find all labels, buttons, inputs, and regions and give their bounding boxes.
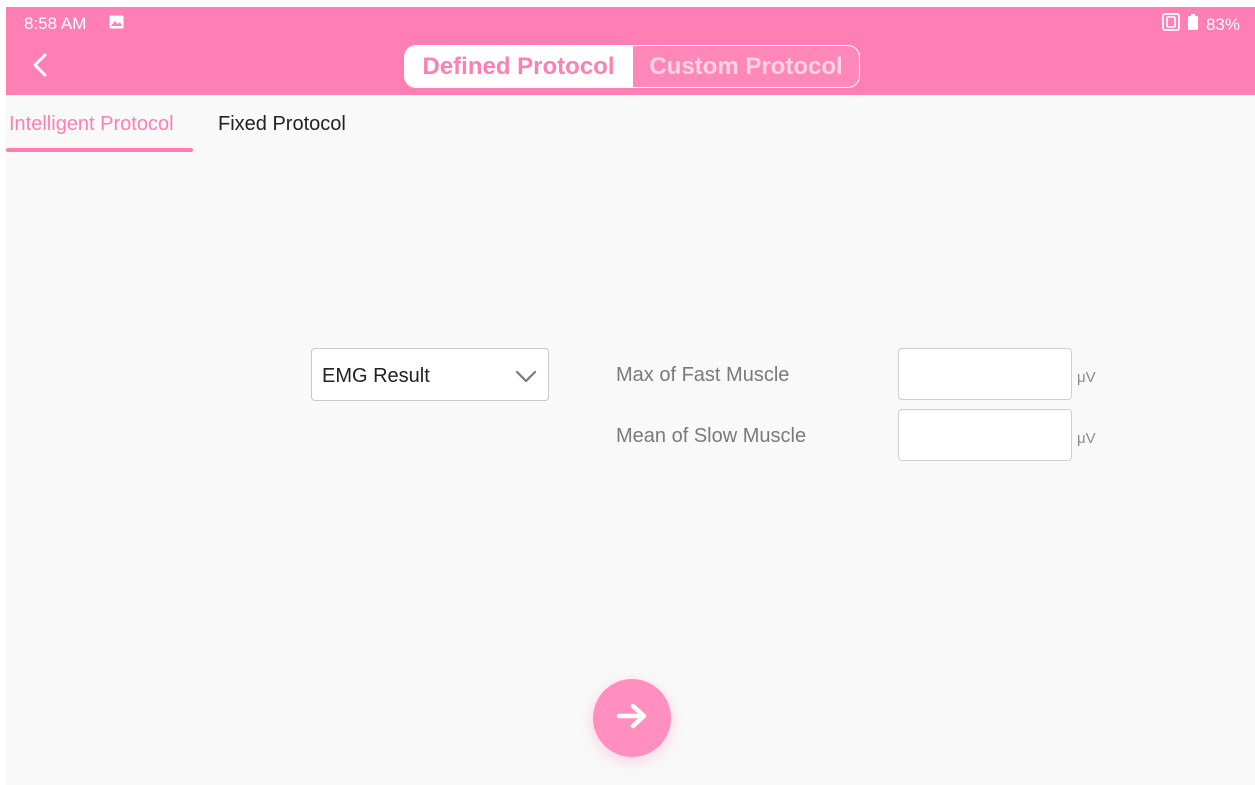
protocol-segmented-control: Defined Protocol Custom Protocol bbox=[404, 45, 860, 88]
battery-icon bbox=[1187, 14, 1198, 35]
max-fast-muscle-input[interactable] bbox=[898, 348, 1072, 400]
segment-defined-protocol[interactable]: Defined Protocol bbox=[405, 46, 632, 87]
dropdown-selected-value: EMG Result bbox=[322, 365, 430, 387]
app-screen: 8:58 AM 83% Defined Protocol Custom Prot… bbox=[6, 7, 1255, 785]
arrow-right-icon bbox=[615, 702, 649, 735]
chevron-down-icon bbox=[514, 364, 538, 388]
tab-intelligent-protocol[interactable]: Intelligent Protocol bbox=[9, 112, 174, 136]
image-icon bbox=[109, 15, 124, 29]
max-fast-muscle-unit: μV bbox=[1077, 369, 1096, 386]
segment-custom-protocol[interactable]: Custom Protocol bbox=[632, 46, 859, 87]
mean-slow-muscle-input[interactable] bbox=[898, 409, 1072, 461]
back-button[interactable] bbox=[26, 51, 54, 83]
tab-fixed-protocol[interactable]: Fixed Protocol bbox=[218, 112, 346, 136]
next-button[interactable] bbox=[593, 679, 671, 757]
mean-slow-muscle-label: Mean of Slow Muscle bbox=[616, 425, 807, 447]
nfc-icon bbox=[1162, 13, 1180, 36]
battery-percent: 83% bbox=[1205, 14, 1240, 34]
result-type-dropdown[interactable]: EMG Result bbox=[311, 348, 549, 401]
mean-slow-muscle-unit: μV bbox=[1077, 430, 1096, 447]
app-bar: 8:58 AM 83% Defined Protocol Custom Prot… bbox=[6, 7, 1255, 95]
max-fast-muscle-label: Max of Fast Muscle bbox=[616, 364, 790, 386]
status-time: 8:58 AM bbox=[24, 14, 87, 33]
back-arrow-icon bbox=[32, 52, 48, 83]
status-indicators: 83% bbox=[1162, 13, 1240, 36]
active-tab-indicator bbox=[6, 148, 193, 152]
